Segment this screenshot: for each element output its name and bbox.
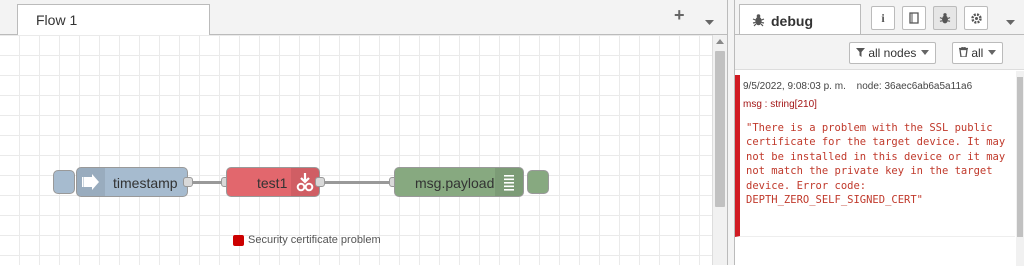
bug-icon[interactable] (933, 6, 957, 30)
message-meta: 9/5/2022, 9:08:03 p. m. node: 36aec6ab6a… (743, 81, 972, 92)
chevron-down-icon[interactable] (1006, 14, 1015, 30)
output-port[interactable] (315, 177, 325, 187)
message-node-id[interactable]: node: 36aec6ab6a5a11a6 (857, 81, 972, 92)
output-port[interactable] (183, 177, 193, 187)
tab-label: Flow 1 (36, 12, 78, 28)
sidebar-resize-handle[interactable] (727, 0, 735, 265)
flow-tab-bar: Flow 1 + (0, 0, 727, 36)
filter-nodes-button[interactable]: all nodes (849, 42, 937, 64)
plus-icon[interactable]: + (674, 6, 685, 24)
node-test1[interactable]: test1 (226, 167, 320, 197)
clear-label: all (971, 46, 984, 60)
canvas-vertical-scrollbar[interactable] (712, 35, 727, 265)
scroll-thumb[interactable] (715, 51, 725, 207)
trash-icon (959, 46, 968, 58)
status-dot (233, 235, 244, 246)
inject-trigger-button[interactable] (53, 170, 75, 194)
info-icon[interactable]: i (871, 6, 895, 30)
debug-message[interactable]: 9/5/2022, 9:08:03 p. m. node: 36aec6ab6a… (735, 75, 1015, 237)
message-timestamp: 9/5/2022, 9:08:03 p. m. (743, 81, 846, 92)
tab-flow-1[interactable]: Flow 1 (17, 4, 210, 36)
wire[interactable] (322, 181, 394, 184)
chevron-down-icon[interactable] (705, 14, 714, 30)
node-msg-payload[interactable]: msg.payload (394, 167, 524, 197)
flow-canvas[interactable]: timestamp test1 Security certificate pro… (0, 35, 712, 265)
node-timestamp[interactable]: timestamp (76, 167, 188, 197)
status-text: Security certificate problem (248, 234, 381, 246)
debug-panel: all nodes all 9/5/2022, 9:08:03 p. m. no… (735, 34, 1024, 266)
node-label: msg.payload (415, 175, 495, 191)
node-label: timestamp (113, 175, 178, 191)
debug-toolbar: all nodes all (735, 35, 1024, 70)
tab-label: debug (771, 13, 813, 29)
inject-arrow-icon (77, 168, 105, 196)
clear-messages-button[interactable]: all (952, 42, 1004, 64)
filter-nodes-label: all nodes (868, 46, 917, 60)
sidebar: debug i all nodes all 9/5/2022, 9:08:03 … (735, 0, 1024, 266)
debug-toggle-button[interactable] (527, 170, 549, 194)
tab-debug[interactable]: debug (739, 4, 861, 35)
gear-icon[interactable] (964, 6, 988, 30)
workspace: Flow 1 + timestamp test1 Security certif… (0, 0, 727, 265)
book-icon[interactable] (902, 6, 926, 30)
bug-icon (752, 13, 765, 32)
message-payload: "There is a problem with the SSL public … (746, 122, 1012, 207)
message-type: msg : string[210] (743, 99, 817, 110)
scroll-up-icon[interactable] (716, 39, 724, 44)
filter-icon (856, 48, 865, 57)
list-lines-icon (495, 168, 523, 196)
debug-scrollbar[interactable] (1016, 71, 1024, 266)
scroll-thumb[interactable] (1017, 77, 1023, 237)
node-label: test1 (257, 175, 288, 191)
